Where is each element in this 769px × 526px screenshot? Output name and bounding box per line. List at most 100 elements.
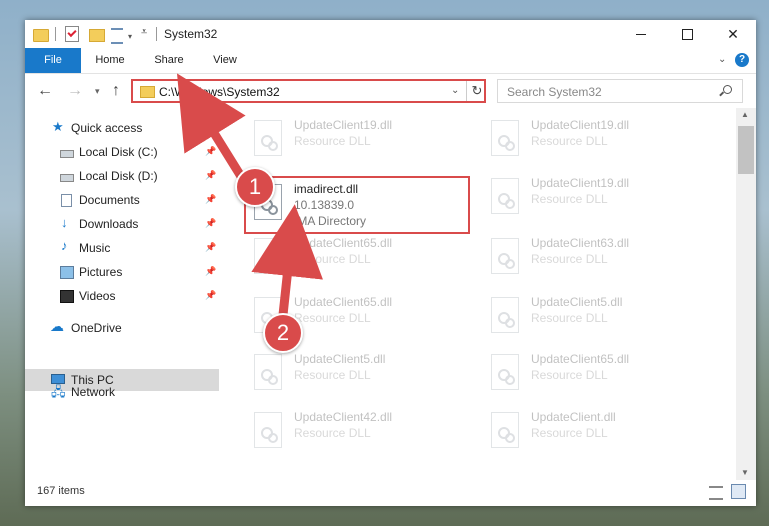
forward-arrow-icon[interactable]: → xyxy=(67,82,83,100)
navigation-pane: ★ Quick access Local Disk (C:) 📌 Local D… xyxy=(25,108,219,480)
item-count: 167 items xyxy=(37,485,85,497)
file-name: UpdateClient42.dll xyxy=(294,410,393,424)
pin-icon[interactable]: 📌 xyxy=(205,218,216,229)
dll-file-icon xyxy=(491,120,519,156)
file-item[interactable]: UpdateClient63.dll Resource DLL xyxy=(483,232,713,282)
recent-locations-icon[interactable]: ▾ xyxy=(95,86,100,97)
video-icon xyxy=(60,290,74,303)
file-type: Resource DLL xyxy=(294,134,371,148)
scroll-down-icon[interactable]: ▼ xyxy=(741,468,749,477)
pin-icon[interactable]: 📌 xyxy=(205,242,216,253)
cloud-icon: ☁ xyxy=(50,318,64,334)
file-item[interactable]: UpdateClient.dll Resource DLL xyxy=(483,406,713,456)
folder-icon[interactable] xyxy=(33,29,49,42)
sidebar-item-downloads[interactable]: ↓ Downloads 📌 xyxy=(25,213,219,235)
sidebar-item-network[interactable]: 🖧 Network xyxy=(25,381,219,403)
scroll-up-icon[interactable]: ▲ xyxy=(741,110,749,119)
file-type: Resource DLL xyxy=(531,311,608,325)
file-type: Resource DLL xyxy=(294,368,371,382)
customize-toolbar-icon[interactable]: ⩡ xyxy=(141,26,147,39)
file-name: UpdateClient5.dll xyxy=(531,295,623,309)
properties-icon[interactable] xyxy=(65,26,79,42)
file-name: UpdateClient19.dll xyxy=(531,176,630,190)
chevron-down-icon[interactable]: ⌄ xyxy=(451,85,459,96)
search-input[interactable]: Search System32 xyxy=(497,79,743,103)
file-item[interactable]: UpdateClient5.dll Resource DLL xyxy=(483,291,713,341)
pin-icon[interactable]: 📌 xyxy=(205,170,216,181)
file-item[interactable]: UpdateClient65.dll Resource DLL xyxy=(483,348,713,398)
scroll-thumb[interactable] xyxy=(738,126,754,174)
star-icon: ★ xyxy=(52,119,64,134)
sidebar-item-local-disk-d[interactable]: Local Disk (D:) 📌 xyxy=(25,165,219,187)
file-name: UpdateClient5.dll xyxy=(294,352,386,366)
search-placeholder: Search System32 xyxy=(507,85,602,99)
pin-icon[interactable]: 📌 xyxy=(205,266,216,277)
drive-icon xyxy=(60,150,74,158)
status-bar: 167 items xyxy=(25,480,756,506)
dll-file-icon xyxy=(491,354,519,390)
tab-home[interactable]: Home xyxy=(87,48,133,73)
quick-access-separator xyxy=(55,27,56,41)
chevron-down-icon[interactable]: ▾ xyxy=(128,32,132,41)
file-item[interactable]: UpdateClient5.dll Resource DLL xyxy=(246,348,476,398)
sidebar-item-label: Videos xyxy=(79,289,116,303)
sidebar-item-label: Documents xyxy=(79,193,140,207)
pictures-icon xyxy=(60,266,74,279)
pin-icon[interactable]: 📌 xyxy=(205,290,216,301)
sidebar-item-label: Pictures xyxy=(79,265,123,279)
sidebar-item-label: Network xyxy=(71,385,116,399)
pin-icon[interactable]: 📌 xyxy=(205,146,216,157)
pin-icon[interactable]: 📌 xyxy=(205,194,216,205)
sidebar-item-label: Quick access xyxy=(71,121,143,135)
file-item[interactable]: UpdateClient42.dll Resource DLL xyxy=(246,406,476,456)
minimize-button[interactable] xyxy=(618,20,664,48)
new-folder-icon[interactable] xyxy=(89,29,105,42)
sidebar-item-label: Music xyxy=(79,241,111,255)
file-item[interactable]: UpdateClient19.dll Resource DLL xyxy=(246,114,476,164)
sidebar-item-videos[interactable]: Videos 📌 xyxy=(25,285,219,307)
file-name: UpdateClient19.dll xyxy=(531,118,630,132)
close-button[interactable]: ✕ xyxy=(710,20,756,48)
file-item[interactable]: UpdateClient19.dll Resource DLL xyxy=(483,114,713,164)
vertical-scrollbar[interactable]: ▲ ▼ xyxy=(736,108,756,480)
search-icon[interactable] xyxy=(723,85,732,94)
help-icon[interactable]: ? xyxy=(735,53,749,67)
file-name: UpdateClient65.dll xyxy=(294,236,393,250)
file-type: Resource DLL xyxy=(294,311,371,325)
file-type: Resource DLL xyxy=(531,192,608,206)
dll-file-icon xyxy=(491,178,519,214)
sidebar-item-label: Local Disk (C:) xyxy=(79,145,158,159)
large-icons-view-icon[interactable] xyxy=(731,484,746,499)
refresh-icon[interactable]: ↻ xyxy=(466,81,487,101)
sidebar-item-onedrive[interactable]: ☁ OneDrive xyxy=(25,317,219,339)
back-arrow-icon[interactable]: ← xyxy=(37,82,53,100)
file-type: Resource DLL xyxy=(531,368,608,382)
tab-file[interactable]: File xyxy=(25,48,81,73)
expand-ribbon-icon[interactable]: ⌄ xyxy=(718,54,726,65)
sidebar-item-documents[interactable]: Documents 📌 xyxy=(25,189,219,211)
dll-file-icon xyxy=(254,412,282,448)
dll-file-icon xyxy=(491,297,519,333)
file-type: Resource DLL xyxy=(531,252,608,266)
address-text[interactable]: C:\Windows\System32 xyxy=(159,85,280,99)
sidebar-item-pictures[interactable]: Pictures 📌 xyxy=(25,261,219,283)
file-item[interactable]: UpdateClient65.dll Resource DLL xyxy=(246,232,476,282)
address-bar[interactable]: C:\Windows\System32 ⌄ ↻ xyxy=(131,79,486,103)
sidebar-item-music[interactable]: ♪ Music 📌 xyxy=(25,237,219,259)
sidebar-item-quick-access[interactable]: ★ Quick access xyxy=(25,117,219,139)
sidebar-item-local-disk-c[interactable]: Local Disk (C:) 📌 xyxy=(25,141,219,163)
folder-icon xyxy=(140,86,155,98)
title-separator xyxy=(156,27,157,41)
tab-view[interactable]: View xyxy=(203,48,247,73)
step-2-badge: 2 xyxy=(263,313,303,353)
file-type: Resource DLL xyxy=(294,426,371,440)
maximize-button[interactable] xyxy=(664,20,710,48)
up-arrow-icon[interactable]: ↑ xyxy=(112,82,120,100)
view-options-icon[interactable] xyxy=(111,28,123,44)
file-explorer-window: ▾ ⩡ System32 ✕ File Home Share View ⌄ ? … xyxy=(25,20,756,506)
file-name: UpdateClient19.dll xyxy=(294,118,393,132)
details-view-icon[interactable] xyxy=(709,486,723,500)
file-item[interactable]: UpdateClient19.dll Resource DLL xyxy=(483,172,713,222)
highlight-box xyxy=(244,176,470,234)
tab-share[interactable]: Share xyxy=(147,48,191,73)
